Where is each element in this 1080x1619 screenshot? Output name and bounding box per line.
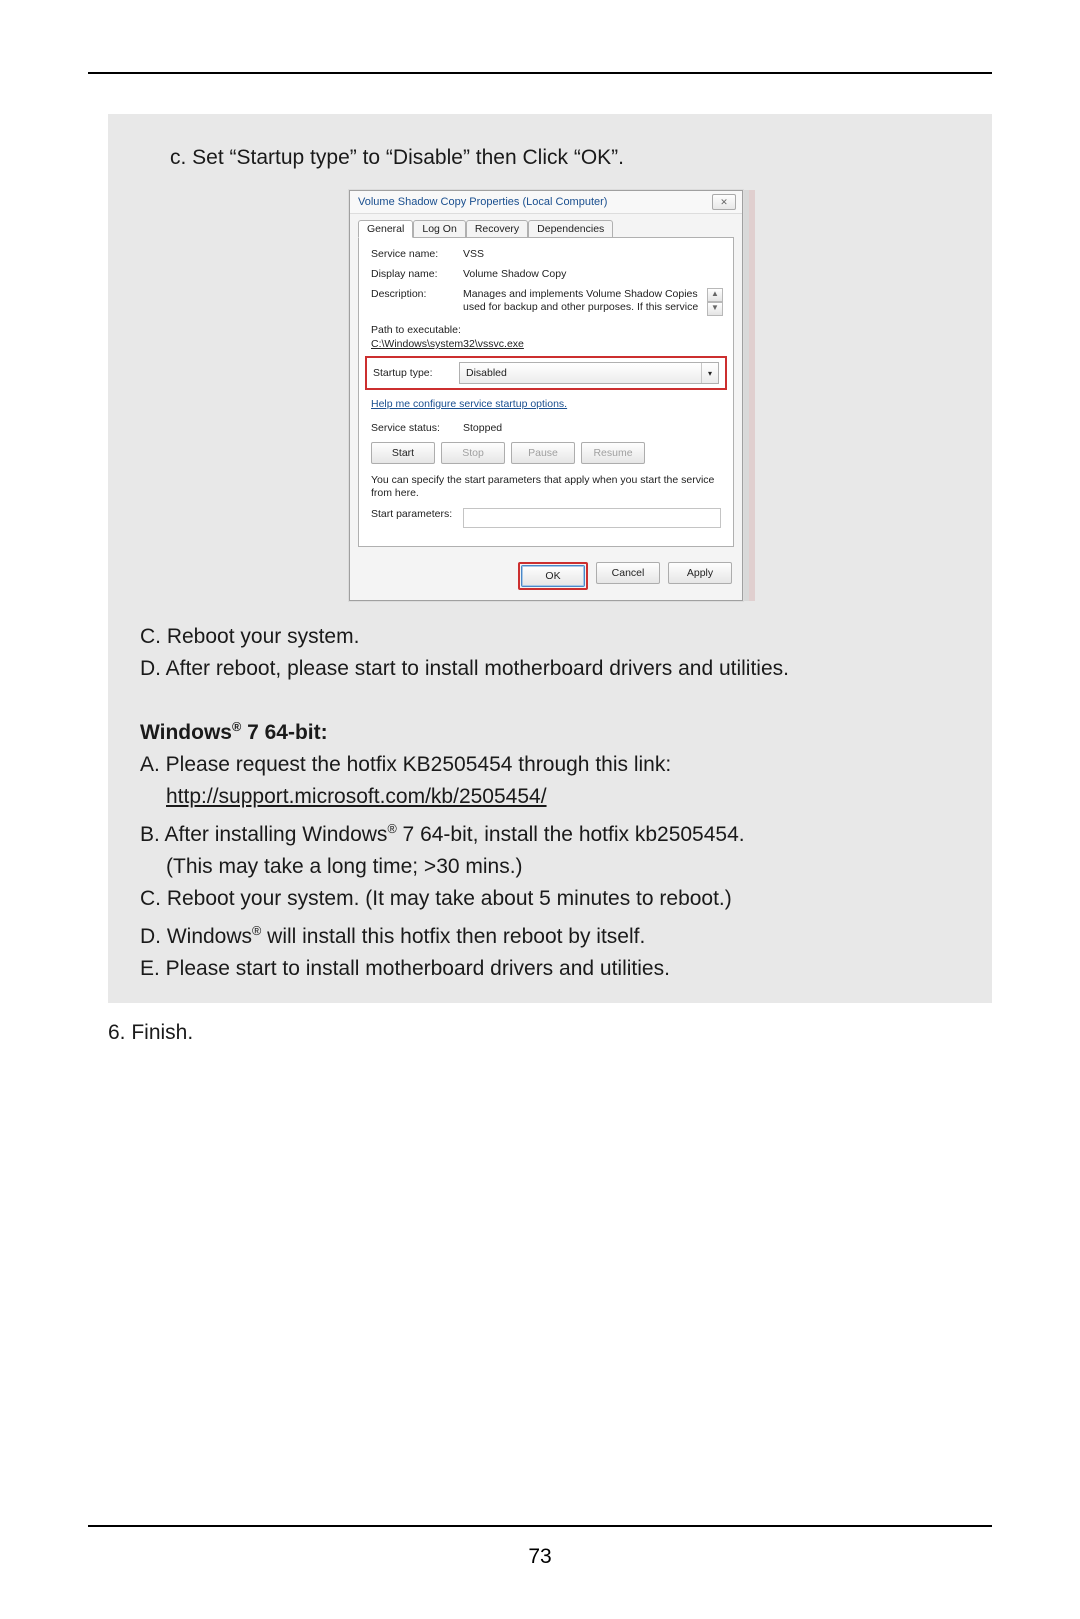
step-c-post: C. Reboot your system.	[140, 621, 964, 653]
startup-type-dropdown[interactable]: Disabled ▾	[459, 362, 719, 384]
start-button[interactable]: Start	[371, 442, 435, 464]
dialog-titlebar: Volume Shadow Copy Properties (Local Com…	[350, 191, 742, 214]
hotfix-link[interactable]: http://support.microsoft.com/kb/2505454/	[166, 785, 547, 808]
row-service-name: Service name: VSS	[371, 248, 721, 260]
win7-e: E. Please start to install motherboard d…	[140, 953, 964, 985]
win7-d-pre: D. Windows	[140, 925, 252, 948]
row-start-params: Start parameters:	[371, 508, 721, 528]
tab-strip: General Log On Recovery Dependencies	[350, 214, 742, 238]
win7-b1-post: 7 64-bit, install the hotfix kb2505454.	[397, 823, 745, 846]
label-service-status: Service status:	[371, 422, 463, 434]
label-display-name: Display name:	[371, 268, 463, 280]
properties-dialog: Volume Shadow Copy Properties (Local Com…	[349, 190, 743, 601]
win7-heading-prefix: Windows	[140, 721, 232, 744]
help-link[interactable]: Help me configure service startup option…	[371, 398, 567, 410]
start-params-note: You can specify the start parameters tha…	[371, 474, 721, 500]
win7-b1: B. After installing Windows® 7 64-bit, i…	[140, 813, 964, 851]
label-path: Path to executable:	[371, 324, 721, 336]
close-button[interactable]: ✕	[712, 194, 736, 210]
win7-d-post: will install this hotfix then reboot by …	[261, 925, 645, 948]
chevron-down-icon: ▾	[701, 363, 718, 383]
row-service-status: Service status: Stopped	[371, 422, 721, 434]
resume-button[interactable]: Resume	[581, 442, 645, 464]
tab-general[interactable]: General	[358, 220, 413, 238]
value-service-name: VSS	[463, 248, 721, 260]
step-c-heading: c. Set “Startup type” to “Disable” then …	[140, 142, 964, 174]
win7-a-link-line: http://support.microsoft.com/kb/2505454/	[140, 781, 964, 813]
win7-heading: Windows® 7 64-bit:	[140, 711, 964, 749]
registered-icon: ®	[387, 822, 396, 836]
startup-type-value: Disabled	[460, 367, 701, 379]
label-service-name: Service name:	[371, 248, 463, 260]
label-description: Description:	[371, 288, 463, 300]
tab-logon[interactable]: Log On	[413, 220, 465, 238]
registered-icon: ®	[232, 720, 241, 734]
row-display-name: Display name: Volume Shadow Copy	[371, 268, 721, 280]
service-buttons: Start Stop Pause Resume	[371, 442, 721, 464]
tab-body-general: Service name: VSS Display name: Volume S…	[358, 237, 734, 547]
step-6-finish: 6. Finish.	[108, 1017, 193, 1049]
cancel-button[interactable]: Cancel	[596, 562, 660, 584]
page: c. Set “Startup type” to “Disable” then …	[0, 0, 1080, 1619]
ok-button[interactable]: OK	[521, 565, 585, 587]
dialog-footer-buttons: OK Cancel Apply	[350, 556, 742, 600]
registered-icon: ®	[252, 924, 261, 938]
win7-heading-suffix: 7 64-bit:	[241, 721, 327, 744]
close-icon: ✕	[720, 197, 728, 208]
win7-a: A. Please request the hotfix KB2505454 t…	[140, 749, 964, 781]
scroll-up-icon[interactable]: ▲	[707, 288, 723, 302]
row-description: Description: Manages and implements Volu…	[371, 288, 721, 316]
win7-b2: (This may take a long time; >30 mins.)	[140, 851, 964, 883]
page-number: 73	[0, 1545, 1080, 1569]
win7-d: D. Windows® will install this hotfix the…	[140, 915, 964, 953]
apply-button[interactable]: Apply	[668, 562, 732, 584]
win7-c: C. Reboot your system. (It may take abou…	[140, 883, 964, 915]
label-start-params: Start parameters:	[371, 508, 463, 520]
pause-button[interactable]: Pause	[511, 442, 575, 464]
dialog-title: Volume Shadow Copy Properties (Local Com…	[358, 196, 607, 208]
dialog-wrap: Volume Shadow Copy Properties (Local Com…	[349, 190, 755, 601]
value-path: C:\Windows\system32\vssvc.exe	[371, 338, 721, 350]
stop-button[interactable]: Stop	[441, 442, 505, 464]
scroll-down-icon[interactable]: ▼	[707, 302, 723, 316]
instruction-box: c. Set “Startup type” to “Disable” then …	[108, 114, 992, 1003]
win7-b1-pre: B. After installing Windows	[140, 823, 387, 846]
value-display-name: Volume Shadow Copy	[463, 268, 721, 280]
value-description: Manages and implements Volume Shadow Cop…	[463, 288, 703, 316]
step-d-post: D. After reboot, please start to install…	[140, 653, 964, 685]
start-params-input[interactable]	[463, 508, 721, 528]
row-startup-type: Startup type: Disabled ▾	[365, 356, 727, 390]
desc-scroll: ▲ ▼	[707, 288, 721, 316]
value-service-status: Stopped	[463, 422, 721, 434]
ok-highlight: OK	[518, 562, 588, 590]
tab-dependencies[interactable]: Dependencies	[528, 220, 613, 238]
content-frame: c. Set “Startup type” to “Disable” then …	[88, 72, 992, 1527]
tab-recovery[interactable]: Recovery	[466, 220, 528, 238]
label-startup-type: Startup type:	[373, 367, 459, 379]
